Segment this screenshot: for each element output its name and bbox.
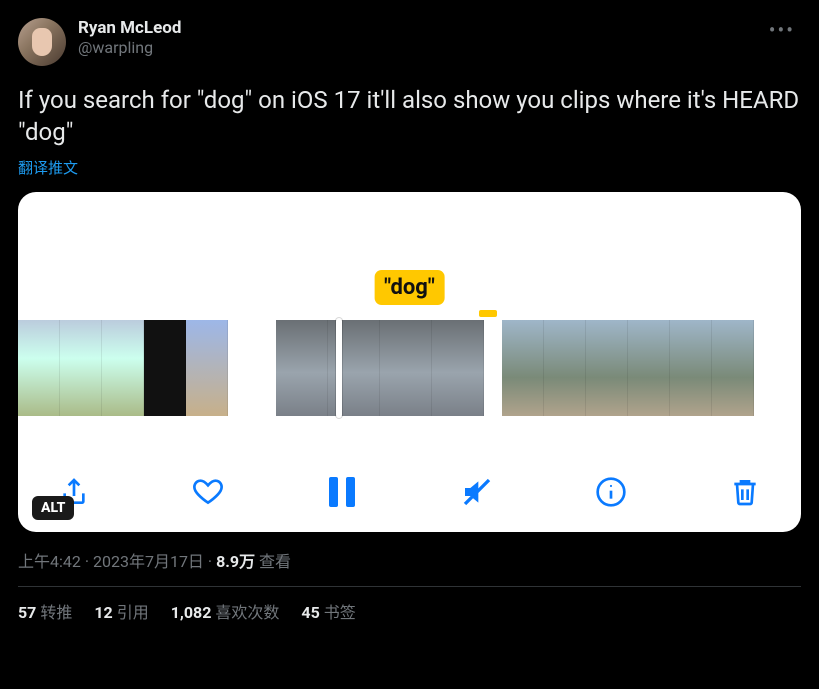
clip-thumbnail-group[interactable] (502, 320, 754, 416)
retweets-stat[interactable]: 57转推 (18, 599, 72, 623)
video-timeline[interactable] (18, 320, 801, 416)
tweet-container: Ryan McLeod @warpling ••• If you search … (0, 0, 819, 641)
quotes-stat[interactable]: 12 引用 (94, 599, 148, 623)
bookmarks-count: 45 (301, 603, 319, 622)
quotes-label: 引用 (117, 603, 149, 622)
trash-icon[interactable] (725, 472, 765, 512)
search-tag: "dog" (374, 270, 445, 305)
timestamp-date[interactable]: 2023年7月17日 (93, 552, 204, 571)
info-icon[interactable] (591, 472, 631, 512)
avatar[interactable] (18, 18, 66, 66)
tweet-stats: 57转推 12 引用 1,082喜欢次数 45 书签 (18, 599, 801, 623)
heart-icon[interactable] (188, 472, 228, 512)
tweet-header: Ryan McLeod @warpling ••• (18, 18, 801, 66)
bookmarks-stat[interactable]: 45 书签 (301, 599, 355, 623)
playhead[interactable] (336, 318, 342, 418)
media-card[interactable]: "dog" (18, 192, 801, 532)
quotes-count: 12 (94, 603, 112, 622)
likes-count: 1,082 (171, 603, 212, 622)
tweet-meta: 上午4:42 · 2023年7月17日 · 8.9万 查看 (18, 548, 801, 572)
display-name: Ryan McLeod (78, 18, 763, 38)
timestamp-time[interactable]: 上午4:42 (18, 552, 81, 571)
views-count: 8.9万 (216, 552, 255, 571)
playhead-marker (479, 310, 497, 317)
likes-stat[interactable]: 1,082喜欢次数 (171, 599, 280, 623)
more-icon[interactable]: ••• (763, 18, 801, 42)
divider (18, 586, 801, 587)
likes-label: 喜欢次数 (215, 603, 279, 622)
bookmarks-label: 书签 (324, 603, 356, 622)
clip-thumbnail-group[interactable] (276, 320, 484, 416)
tweet-text: If you search for "dog" on iOS 17 it'll … (18, 84, 801, 149)
views-label: 查看 (259, 552, 291, 571)
alt-badge[interactable]: ALT (32, 496, 74, 520)
translate-link[interactable]: 翻译推文 (18, 157, 78, 178)
clip-thumbnail-group[interactable] (18, 320, 228, 416)
retweets-label: 转推 (40, 603, 72, 622)
author-block[interactable]: Ryan McLeod @warpling (78, 18, 763, 58)
handle: @warpling (78, 38, 763, 57)
pause-icon[interactable] (322, 472, 362, 512)
media-toolbar (18, 472, 801, 512)
mute-icon[interactable] (457, 472, 497, 512)
retweets-count: 57 (18, 603, 36, 622)
